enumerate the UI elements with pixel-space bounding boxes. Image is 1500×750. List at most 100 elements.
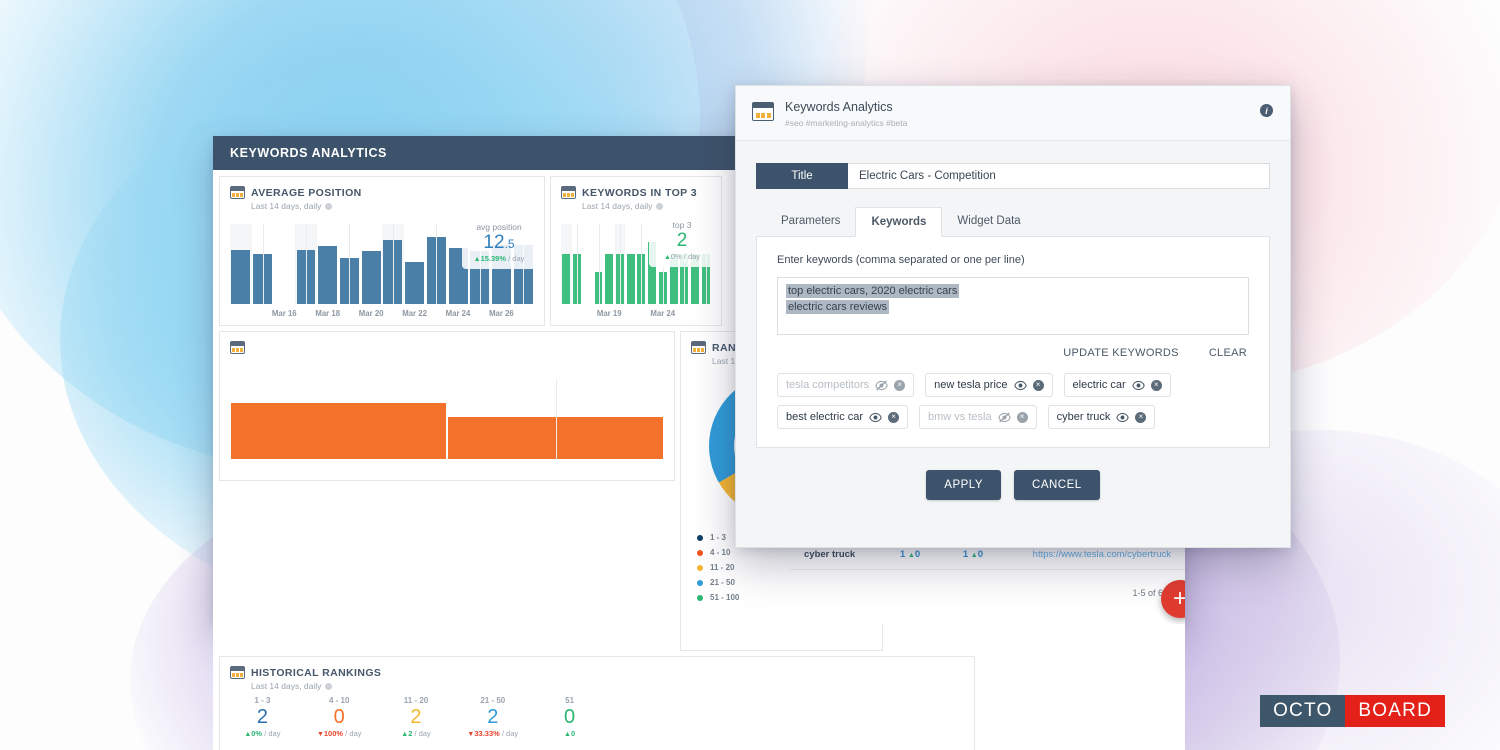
- keyword-chip[interactable]: electric car ×: [1063, 373, 1171, 397]
- kpi-delta: ▲15.39% / day: [473, 253, 525, 263]
- eye-icon[interactable]: [1116, 411, 1130, 424]
- keyword-visibility-toggle[interactable]: [875, 379, 888, 392]
- widget-title: KEYWORDS IN TOP 3: [582, 186, 697, 199]
- keyword-chip[interactable]: tesla competitors ×: [777, 373, 915, 397]
- update-keywords-button[interactable]: UPDATE KEYWORDS: [1063, 347, 1179, 359]
- axis-tick-label: Mar 26: [489, 309, 514, 318]
- summary-stat: 21 - 50 2 ▼33.33% / day: [454, 696, 531, 738]
- legend-swatch: [697, 579, 703, 586]
- eye-icon[interactable]: [1013, 379, 1027, 392]
- keyword-chip[interactable]: new tesla price ×: [925, 373, 1053, 397]
- eye-icon[interactable]: [869, 411, 882, 424]
- info-icon[interactable]: i: [1260, 104, 1273, 117]
- widget-historical-rankings[interactable]: HISTORICAL RANKINGS Last 14 days, daily …: [219, 656, 975, 750]
- keyword-visibility-toggle[interactable]: [997, 411, 1011, 424]
- stat-delta: ▼33.33% / day: [467, 729, 519, 738]
- keyword-visibility-toggle[interactable]: [1013, 379, 1027, 392]
- modal-tags: #seo #marketing-analytics #beta: [785, 118, 908, 128]
- title-input[interactable]: Electric Cars - Competition: [848, 163, 1270, 189]
- kpi-top-3: top 3 2 ▲0% / day: [649, 215, 715, 267]
- bar: [626, 254, 635, 304]
- widget-browser-icon: [230, 341, 245, 354]
- title-field-row: Title Electric Cars - Competition: [756, 163, 1270, 189]
- eye-off-icon[interactable]: [875, 379, 888, 392]
- keywords-prompt: Enter keywords (comma separated or one p…: [777, 254, 1025, 266]
- gridline: [619, 224, 621, 304]
- keywords-analytics-modal: Keywords Analytics #seo #marketing-analy…: [735, 85, 1291, 548]
- row-value-1: 1 ▲0: [900, 549, 921, 560]
- remove-keyword-icon[interactable]: ×: [894, 379, 906, 391]
- bar: [318, 246, 338, 304]
- widget-browser-icon: [230, 666, 245, 679]
- widget-browser-icon: [561, 186, 576, 199]
- stat-delta: ▼100% / day: [316, 729, 362, 738]
- kpi-avg-position: avg position 12.5 ▲15.39% / day: [462, 217, 536, 269]
- gear-icon[interactable]: [325, 682, 333, 690]
- keyword-visibility-toggle[interactable]: [1116, 411, 1130, 424]
- bar: [405, 262, 425, 304]
- widget-browser-icon: [691, 341, 706, 354]
- remove-keyword-icon[interactable]: ×: [1032, 379, 1044, 391]
- widget-title: AVERAGE POSITION: [251, 186, 362, 199]
- widget-orange-partial[interactable]: [219, 331, 675, 481]
- bar: [231, 249, 251, 304]
- historical-summary-stats: 1 - 3 2 ▲0% / day 4 - 10 0 ▼100% / day 11 - 20…: [220, 694, 612, 738]
- widget-subtitle: Last 14 days, daily: [230, 201, 534, 211]
- eye-off-icon[interactable]: [997, 411, 1011, 424]
- tab-widget-data[interactable]: Widget Data: [942, 207, 1035, 236]
- keywords-tab-panel: Enter keywords (comma separated or one p…: [756, 236, 1270, 448]
- cancel-button[interactable]: CANCEL: [1014, 470, 1100, 500]
- octoboard-logo: OCTO BOARD: [1260, 695, 1445, 727]
- gridline: [641, 224, 643, 304]
- axis-tick-label: Mar 20: [358, 309, 384, 318]
- clear-keywords-button[interactable]: CLEAR: [1209, 347, 1247, 359]
- bar-group: [230, 379, 664, 459]
- keyword-chip[interactable]: bmw vs tesla ×: [919, 405, 1037, 429]
- keywords-actions: UPDATE KEYWORDS CLEAR: [777, 347, 1249, 359]
- kpi-value: 12.5: [483, 232, 515, 253]
- widget-average-position[interactable]: AVERAGE POSITION Last 14 days, daily Mar…: [219, 176, 545, 326]
- row-keyword: cyber truck: [804, 549, 856, 560]
- widget-title: HISTORICAL RANKINGS: [251, 666, 382, 679]
- kpi-value: 2: [676, 230, 688, 251]
- remove-keyword-icon[interactable]: ×: [1016, 411, 1028, 423]
- gridline: [306, 224, 307, 304]
- keyword-chip[interactable]: best electric car ×: [777, 405, 909, 429]
- legend-swatch: [697, 594, 703, 601]
- remove-keyword-icon[interactable]: ×: [1150, 379, 1162, 391]
- eye-icon[interactable]: [1131, 379, 1145, 392]
- legend-swatch: [697, 534, 703, 541]
- modal-footer: APPLY CANCEL: [756, 470, 1270, 500]
- keyword-visibility-toggle[interactable]: [869, 411, 882, 424]
- stat-value: 2: [487, 706, 499, 728]
- widget-keywords-top-3[interactable]: KEYWORDS IN TOP 3 Last 14 days, daily Ma…: [550, 176, 722, 326]
- bar: [562, 254, 571, 304]
- logo-board: BOARD: [1345, 695, 1445, 727]
- bar: [361, 251, 381, 304]
- remove-keyword-icon[interactable]: ×: [1135, 411, 1147, 423]
- stat-value: 2: [410, 706, 422, 728]
- axis-tick-label: Mar 19: [596, 309, 622, 318]
- keyword-chip-label: new tesla price: [934, 379, 1008, 391]
- stat-delta: ▲0% / day: [244, 729, 281, 738]
- summary-stat: 4 - 10 0 ▼100% / day: [301, 696, 378, 738]
- keywords-textarea[interactable]: top electric cars, 2020 electric cars el…: [777, 277, 1249, 335]
- tab-parameters[interactable]: Parameters: [766, 207, 855, 236]
- pagination-label: 1-5 of 6: [1132, 588, 1163, 598]
- gridline: [598, 224, 600, 304]
- gear-icon[interactable]: [325, 202, 333, 210]
- widget-browser-icon: [752, 102, 774, 121]
- widget-subtitle: Last 14 days, daily: [561, 201, 711, 211]
- tab-keywords[interactable]: Keywords: [855, 207, 943, 237]
- gridline: [577, 224, 579, 304]
- keyword-chip[interactable]: cyber truck ×: [1047, 405, 1156, 429]
- axis-tick-label: Mar 24: [445, 309, 471, 318]
- gear-icon[interactable]: [656, 202, 664, 210]
- remove-keyword-icon[interactable]: ×: [888, 411, 900, 423]
- modal-header: Keywords Analytics #seo #marketing-analy…: [736, 86, 1290, 141]
- apply-button[interactable]: APPLY: [926, 470, 1002, 500]
- row-url[interactable]: https://www.tesla.com/cybertruck: [1033, 549, 1171, 560]
- keyword-visibility-toggle[interactable]: [1131, 379, 1145, 392]
- orange-bar-chart: [230, 379, 664, 459]
- axis-tick-label: Mar 18: [315, 309, 341, 318]
